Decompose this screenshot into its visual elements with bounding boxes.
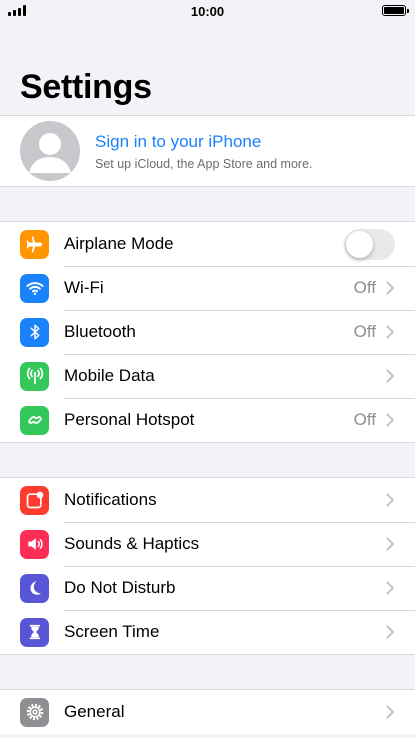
settings-row-label: Notifications — [64, 490, 157, 509]
chevron-right-icon — [386, 705, 394, 719]
settings-row-label: Screen Time — [64, 622, 160, 641]
settings-row-label: Bluetooth — [64, 322, 136, 341]
chevron-right-icon — [386, 493, 394, 507]
settings-row-label: Wi-Fi — [64, 278, 104, 297]
settings-row-wifi[interactable]: Wi-Fi Off — [0, 266, 415, 310]
speaker-icon — [20, 529, 49, 559]
settings-row-value: Off — [353, 410, 376, 429]
page-title: Settings — [20, 68, 152, 106]
gear-icon — [20, 697, 49, 727]
bluetooth-icon — [20, 317, 49, 347]
settings-row-do-not-disturb[interactable]: Do Not Disturb — [0, 566, 415, 610]
settings-row-personal-hotspot[interactable]: Personal Hotspot Off — [0, 398, 415, 442]
settings-row-mobile-data[interactable]: Mobile Data — [0, 354, 415, 398]
chevron-right-icon — [386, 325, 394, 339]
sign-in-subtitle: Set up iCloud, the App Store and more. — [95, 156, 313, 171]
settings-row-label: Do Not Disturb — [64, 578, 176, 597]
settings-row-label: General — [64, 702, 125, 721]
settings-row-notifications[interactable]: Notifications — [0, 478, 415, 522]
settings-row-bluetooth[interactable]: Bluetooth Off — [0, 310, 415, 354]
moon-icon — [20, 573, 49, 603]
status-bar: 10:00 — [0, 0, 415, 22]
airplane-icon — [20, 229, 49, 259]
sign-in-title: Sign in to your iPhone — [95, 131, 262, 151]
wifi-icon — [20, 273, 49, 303]
settings-row-label: Airplane Mode — [64, 234, 174, 253]
chevron-right-icon — [386, 281, 394, 295]
notification-icon — [20, 485, 49, 515]
chevron-right-icon — [386, 413, 394, 427]
airplane-mode-toggle[interactable] — [344, 228, 395, 260]
settings-row-general[interactable]: General — [0, 690, 415, 734]
settings-row-sounds-haptics[interactable]: Sounds & Haptics — [0, 522, 415, 566]
hourglass-icon — [20, 617, 49, 647]
settings-group-general: General — [0, 689, 415, 734]
chevron-right-icon — [386, 537, 394, 551]
settings-row-airplane-mode[interactable]: Airplane Mode — [0, 222, 415, 266]
settings-group-connectivity: Airplane Mode Wi-Fi Off Bluetooth Off Mo… — [0, 221, 415, 443]
antenna-icon — [20, 361, 49, 391]
settings-row-label: Sounds & Haptics — [64, 534, 200, 553]
settings-row-label: Personal Hotspot — [64, 410, 195, 429]
hotspot-link-icon — [20, 405, 49, 435]
chevron-right-icon — [386, 369, 394, 383]
signal-strength-icon — [8, 5, 26, 16]
battery-icon — [382, 5, 409, 16]
chevron-right-icon — [386, 581, 394, 595]
sign-in-row[interactable]: Sign in to your iPhone Set up iCloud, th… — [0, 115, 415, 187]
avatar-icon — [20, 121, 80, 181]
settings-row-value: Off — [353, 278, 376, 297]
chevron-right-icon — [386, 625, 394, 639]
settings-row-value: Off — [353, 322, 376, 341]
status-time: 10:00 — [190, 3, 225, 19]
settings-row-screen-time[interactable]: Screen Time — [0, 610, 415, 654]
settings-group-notifications: Notifications Sounds & Haptics Do Not Di… — [0, 477, 415, 655]
settings-row-label: Mobile Data — [64, 366, 155, 385]
